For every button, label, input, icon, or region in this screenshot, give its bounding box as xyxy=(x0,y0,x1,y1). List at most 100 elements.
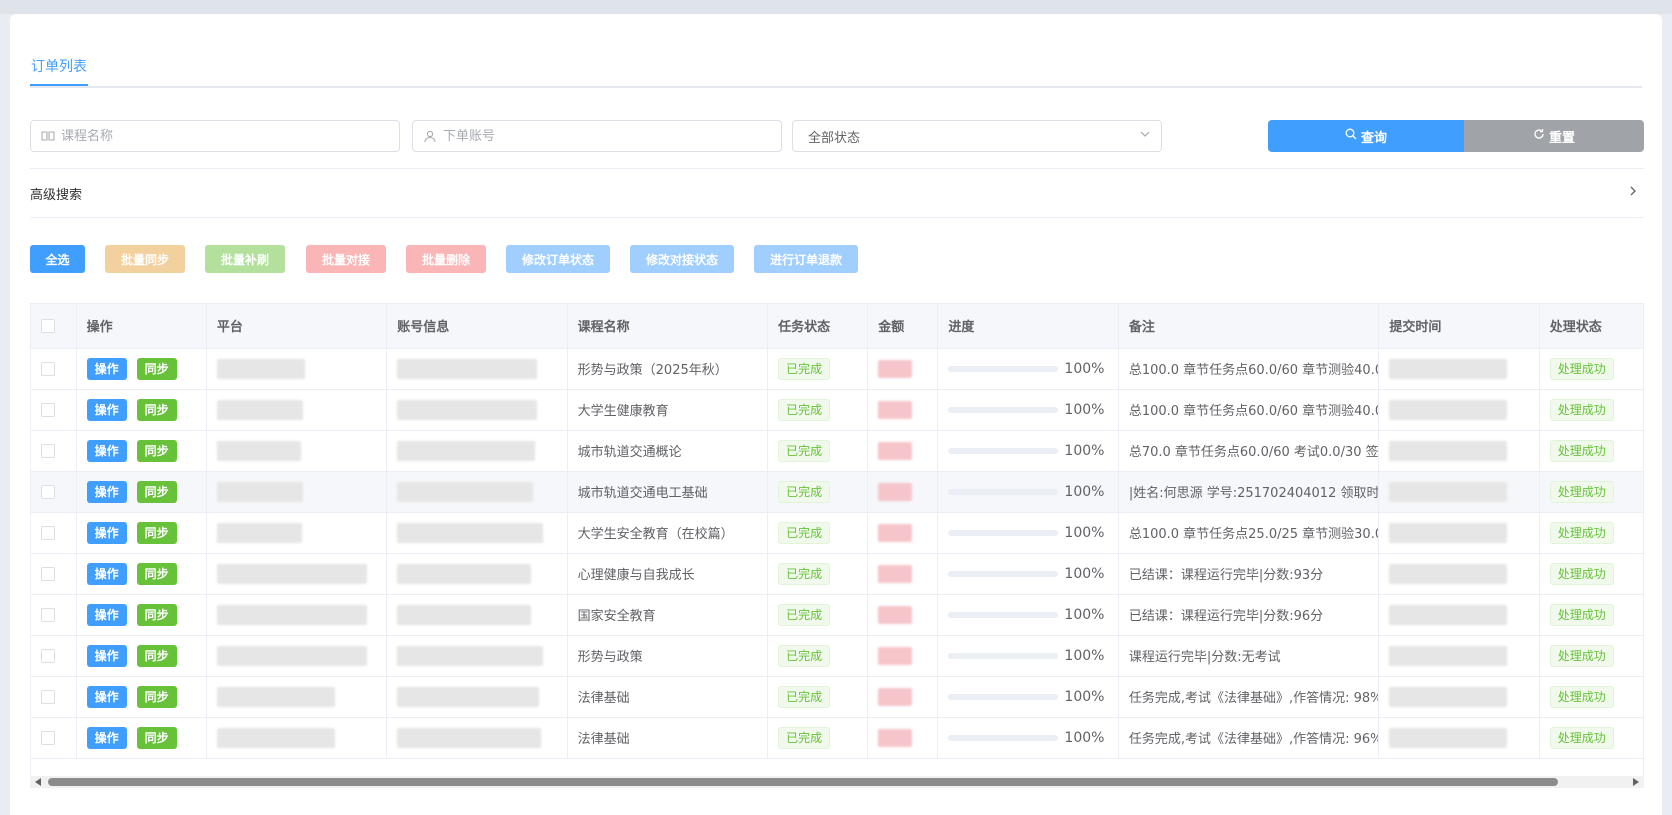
redacted-amount xyxy=(878,400,913,419)
progress-text: 100% xyxy=(1064,483,1105,500)
row-submit-time-cell xyxy=(1378,512,1540,554)
account-field[interactable] xyxy=(412,120,782,152)
row-select-cell[interactable] xyxy=(31,471,77,513)
horizontal-scrollbar[interactable] xyxy=(30,776,1644,788)
refund-button[interactable]: 进行订单退款 xyxy=(754,245,858,273)
row-remark-cell: 总100.0 章节任务点60.0/60 章节测验40.0/40 xyxy=(1118,348,1380,390)
row-sync-button[interactable]: 同步 xyxy=(136,357,177,380)
redacted-platform xyxy=(216,440,301,461)
row-op-button[interactable]: 操作 xyxy=(86,398,127,421)
task-status-tag: 已完成 xyxy=(778,644,831,667)
row-select-cell[interactable] xyxy=(31,676,77,718)
row-platform-cell xyxy=(206,717,388,759)
select-all-button[interactable]: 全选 xyxy=(30,245,85,273)
row-select-cell[interactable] xyxy=(31,594,77,636)
row-submit-time-cell xyxy=(1378,553,1540,595)
redacted-platform xyxy=(216,563,367,584)
checkbox[interactable] xyxy=(41,525,55,540)
row-sync-button[interactable]: 同步 xyxy=(136,603,177,626)
redacted-amount xyxy=(878,605,913,624)
row-account-cell xyxy=(386,348,568,390)
row-sync-button[interactable]: 同步 xyxy=(136,562,177,585)
row-op-button[interactable]: 操作 xyxy=(86,644,127,667)
scroll-right-icon[interactable] xyxy=(1633,778,1639,786)
row-select-cell[interactable] xyxy=(31,512,77,554)
row-course-cell: 法律基础 xyxy=(567,676,769,718)
row-action-cell: 操作 同步 xyxy=(76,594,207,636)
process-status-tag: 处理成功 xyxy=(1549,644,1614,667)
checkbox[interactable] xyxy=(41,361,55,376)
row-amount-cell xyxy=(867,635,939,677)
user-icon xyxy=(423,129,437,143)
checkbox[interactable] xyxy=(41,318,55,333)
row-action-cell: 操作 同步 xyxy=(76,430,207,472)
progress-bar: 100% xyxy=(948,648,1104,664)
task-status-tag: 已完成 xyxy=(778,685,831,708)
row-select-cell[interactable] xyxy=(31,553,77,595)
tab-order-list[interactable]: 订单列表 xyxy=(30,56,88,86)
checkbox[interactable] xyxy=(41,648,55,663)
query-button[interactable]: 查询 xyxy=(1268,120,1464,152)
row-select-cell[interactable] xyxy=(31,635,77,677)
edit-order-status-button[interactable]: 修改订单状态 xyxy=(506,245,610,273)
row-process-status-cell: 处理成功 xyxy=(1539,471,1643,513)
row-op-button[interactable]: 操作 xyxy=(86,603,127,626)
scrollbar-thumb[interactable] xyxy=(48,778,1558,786)
row-action-cell: 操作 同步 xyxy=(76,717,207,759)
row-op-button[interactable]: 操作 xyxy=(86,439,127,462)
header-select-all[interactable] xyxy=(31,304,77,349)
row-select-cell[interactable] xyxy=(31,717,77,759)
status-select[interactable]: 全部状态 xyxy=(792,120,1162,152)
row-remark-cell: 课程运行完毕|分数:无考试 xyxy=(1118,635,1380,677)
row-sync-button[interactable]: 同步 xyxy=(136,398,177,421)
batch-refill-button[interactable]: 批量补刷 xyxy=(205,245,285,273)
row-op-button[interactable]: 操作 xyxy=(86,480,127,503)
checkbox[interactable] xyxy=(41,607,55,622)
row-sync-button[interactable]: 同步 xyxy=(136,480,177,503)
redacted-platform xyxy=(216,727,335,748)
row-platform-cell xyxy=(206,635,388,677)
row-select-cell[interactable] xyxy=(31,389,77,431)
row-op-button[interactable]: 操作 xyxy=(86,357,127,380)
row-op-button[interactable]: 操作 xyxy=(86,685,127,708)
redacted-submit-time xyxy=(1389,358,1508,379)
row-select-cell[interactable] xyxy=(31,430,77,472)
edit-dock-status-button[interactable]: 修改对接状态 xyxy=(630,245,734,273)
course-name-field[interactable] xyxy=(30,120,400,152)
row-sync-button[interactable]: 同步 xyxy=(136,644,177,667)
scroll-left-icon[interactable] xyxy=(35,778,41,786)
batch-delete-button[interactable]: 批量删除 xyxy=(406,245,486,273)
row-sync-button[interactable]: 同步 xyxy=(136,685,177,708)
checkbox[interactable] xyxy=(41,730,55,745)
row-sync-button[interactable]: 同步 xyxy=(136,439,177,462)
table-row: 操作 同步 大学生安全教育（在校篇） 已完成 100% 总100.0 章节任务点25.0/… xyxy=(31,512,1643,554)
row-select-cell[interactable] xyxy=(31,348,77,390)
checkbox[interactable] xyxy=(41,402,55,417)
row-action-cell: 操作 同步 xyxy=(76,512,207,554)
row-task-status-cell: 已完成 xyxy=(767,676,869,718)
reset-button[interactable]: 重置 xyxy=(1464,120,1644,152)
checkbox[interactable] xyxy=(41,484,55,499)
row-op-button[interactable]: 操作 xyxy=(86,521,127,544)
row-progress-cell: 100% xyxy=(937,553,1119,595)
row-op-button[interactable]: 操作 xyxy=(86,562,127,585)
course-name-input[interactable] xyxy=(61,128,389,144)
row-op-button[interactable]: 操作 xyxy=(86,726,127,749)
row-process-status-cell: 处理成功 xyxy=(1539,676,1643,718)
checkbox[interactable] xyxy=(41,443,55,458)
checkbox[interactable] xyxy=(41,566,55,581)
table-row: 操作 同步 大学生健康教育 已完成 100% 总100.0 章节任务点60.0/60 章节… xyxy=(31,389,1643,431)
progress-text: 100% xyxy=(1064,401,1105,418)
row-sync-button[interactable]: 同步 xyxy=(136,521,177,544)
row-remark-cell: |姓名:何思源 学号:251702404012 领取时间: xyxy=(1118,471,1380,513)
progress-text: 100% xyxy=(1064,442,1105,459)
checkbox[interactable] xyxy=(41,689,55,704)
row-task-status-cell: 已完成 xyxy=(767,471,869,513)
advanced-search-toggle[interactable]: 高级搜索 xyxy=(30,168,1644,218)
progress-track xyxy=(948,570,1059,577)
row-sync-button[interactable]: 同步 xyxy=(136,726,177,749)
row-amount-cell xyxy=(867,430,939,472)
batch-dock-button[interactable]: 批量对接 xyxy=(306,245,386,273)
account-input[interactable] xyxy=(443,128,771,144)
batch-sync-button[interactable]: 批量同步 xyxy=(105,245,185,273)
